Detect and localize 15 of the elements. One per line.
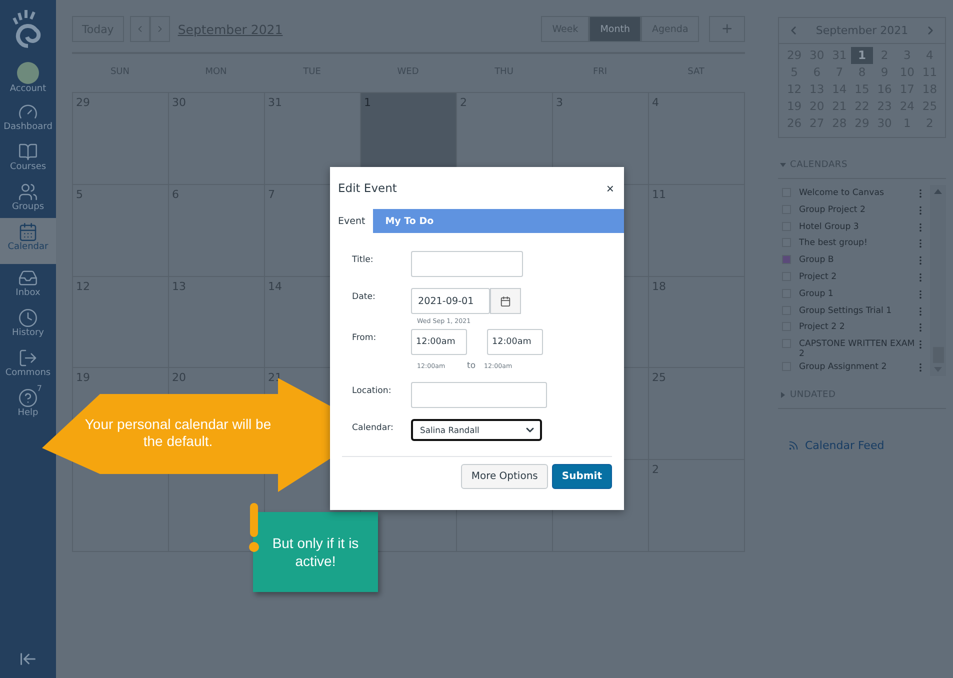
sidebar-label: Help <box>18 408 38 418</box>
callout-text: But only if it is active! <box>271 534 360 570</box>
sidebar-label: Dashboard <box>4 122 52 132</box>
sidebar-label: Commons <box>5 368 51 378</box>
notification-count: 7 <box>36 384 42 393</box>
sidebar-label: Inbox <box>16 288 40 298</box>
sidebar-label: Calendar <box>8 242 48 252</box>
sidebar-label: Account <box>10 84 46 94</box>
sidebar-label: History <box>12 328 44 338</box>
callout-text: Your personal calendar will be the default. <box>84 416 272 450</box>
sidebar-label: Groups <box>12 202 44 212</box>
field-label: Calendar: <box>352 422 394 435</box>
field-label: Location: <box>352 385 392 398</box>
sidebar-label: Courses <box>10 162 46 172</box>
to-label: to <box>467 361 477 371</box>
